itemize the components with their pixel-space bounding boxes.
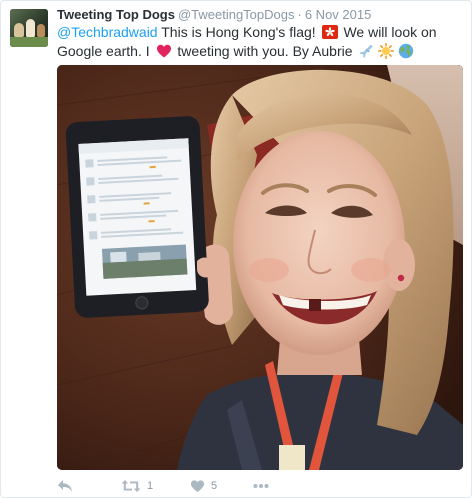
separator-dot: · (297, 7, 302, 22)
mention-link[interactable]: @Techbradwaid (57, 24, 158, 40)
display-name[interactable]: Tweeting Top Dogs (57, 7, 175, 22)
more-button[interactable] (253, 477, 269, 495)
hong-kong-flag-icon (321, 25, 338, 39)
tweet-header: Tweeting Top Dogs @TweetingTopDogs · 6 Nov … (57, 7, 371, 23)
photo-girl-holding-ipad (57, 65, 463, 470)
tweet-photo[interactable] (57, 65, 463, 470)
reply-icon (58, 480, 72, 492)
retweet-icon (121, 480, 141, 492)
reply-button[interactable] (57, 477, 73, 495)
sun-icon (378, 43, 395, 59)
tweet-date[interactable]: 6 Nov 2015 (305, 7, 372, 22)
globe-icon (399, 43, 414, 59)
tweet-text-part1: This is Hong Kong's flag! (157, 24, 320, 40)
tweet-text: @Techbradwaid This is Hong Kong's flag! … (57, 23, 461, 61)
airplane-icon (359, 45, 373, 58)
like-button[interactable]: 5 (190, 477, 217, 495)
tweet-text-part3: tweeting with you. By Aubrie (173, 43, 357, 59)
tweet-actions: 1 5 (57, 477, 317, 495)
more-icon (253, 484, 269, 488)
like-icon (190, 480, 205, 493)
avatar[interactable] (10, 9, 48, 47)
retweet-count: 1 (147, 480, 154, 492)
like-count: 5 (211, 480, 218, 492)
tweet-card[interactable]: Tweeting Top Dogs @TweetingTopDogs · 6 Nov … (0, 0, 472, 498)
heart-icon (156, 44, 171, 58)
user-handle[interactable]: @TweetingTopDogs (178, 7, 295, 22)
retweet-button[interactable]: 1 (121, 477, 153, 495)
